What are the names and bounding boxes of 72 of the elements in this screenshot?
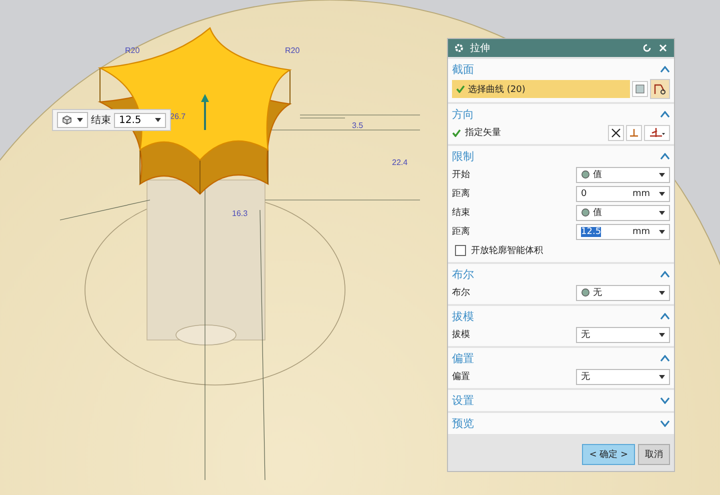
field-label: 距离	[452, 188, 471, 200]
option-icon	[581, 288, 590, 297]
caret-icon	[659, 290, 665, 294]
cross-icon	[611, 128, 621, 138]
checkbox-label: 开放轮廓智能体积	[471, 244, 544, 257]
caret-icon	[659, 332, 665, 336]
curve-rule-button[interactable]	[632, 81, 648, 97]
curve-icon	[654, 83, 666, 95]
section-title[interactable]: 设置	[452, 392, 474, 408]
chevron-icon[interactable]	[660, 312, 670, 320]
option-dropdown[interactable]: 无	[576, 368, 670, 384]
distance-field[interactable]: 0 mm	[576, 186, 670, 202]
option-dropdown[interactable]: 值	[576, 166, 670, 182]
caret-icon	[659, 192, 665, 196]
distance-field[interactable]: 12.5 mm	[576, 224, 670, 240]
vector-type-dropdown[interactable]	[644, 124, 670, 140]
caret-icon	[155, 118, 162, 122]
field-label: 结束	[452, 206, 471, 219]
checkbox[interactable]	[455, 245, 466, 256]
end-label: 结束	[91, 114, 111, 127]
field-label: 距离	[452, 226, 471, 238]
option-dropdown[interactable]: 无	[576, 326, 670, 342]
field-label: 布尔	[452, 286, 471, 299]
select-curve-button[interactable]	[650, 79, 670, 99]
field-label: 开始	[452, 169, 471, 181]
section-title[interactable]: 布尔	[452, 266, 474, 282]
vector-dialog-button[interactable]	[626, 124, 642, 140]
vector-icon	[648, 126, 666, 138]
cancel-button[interactable]: 取消	[638, 444, 670, 465]
dialog-title: 拉伸	[470, 42, 491, 55]
caret-icon	[659, 172, 665, 176]
close-icon[interactable]	[658, 43, 668, 53]
dimension-label: 16.3	[232, 209, 248, 218]
vector-label: 指定矢量	[465, 126, 501, 139]
field-label: 偏置	[452, 370, 471, 383]
end-value-field[interactable]: 12.5	[114, 112, 166, 128]
gear-icon	[454, 43, 464, 53]
type-dropdown[interactable]	[57, 112, 88, 128]
chevron-icon[interactable]	[660, 66, 670, 72]
direction-arrow[interactable]	[201, 94, 209, 130]
dimension-label: 22.4	[392, 158, 408, 167]
chevron-icon[interactable]	[660, 110, 670, 118]
chevron-icon[interactable]	[660, 152, 670, 160]
section-title[interactable]: 预览	[452, 416, 474, 430]
option-dropdown[interactable]: 无	[576, 284, 670, 300]
chevron-icon[interactable]	[660, 420, 670, 426]
cube-icon	[62, 115, 72, 125]
reverse-direction-button[interactable]	[608, 124, 624, 140]
option-icon	[581, 208, 590, 217]
caret-icon	[77, 118, 83, 122]
caret-icon	[659, 210, 665, 214]
dimension-label: 26.7	[170, 112, 186, 121]
dimension-label: 3.5	[352, 121, 364, 130]
dimension-label: R20	[125, 46, 140, 55]
option-icon	[581, 170, 590, 179]
axes-icon	[629, 128, 639, 138]
section-title[interactable]: 限制	[452, 148, 474, 164]
caret-icon	[659, 230, 665, 234]
section-title[interactable]: 截面	[452, 62, 474, 76]
square-icon	[635, 84, 645, 94]
section-title[interactable]: 方向	[452, 106, 474, 122]
check-icon	[456, 85, 465, 93]
chevron-icon[interactable]	[660, 396, 670, 404]
ok-button[interactable]: < 确定 >	[582, 444, 635, 465]
reset-icon[interactable]	[642, 43, 652, 53]
caret-icon	[659, 374, 665, 378]
chevron-icon[interactable]	[660, 354, 670, 362]
chevron-icon[interactable]	[660, 270, 670, 278]
option-dropdown[interactable]: 值	[576, 204, 670, 220]
curve-selection-row[interactable]: 选择曲线 (20)	[452, 80, 630, 98]
dimension-label: R20	[285, 46, 300, 55]
field-label: 拔模	[452, 328, 471, 341]
